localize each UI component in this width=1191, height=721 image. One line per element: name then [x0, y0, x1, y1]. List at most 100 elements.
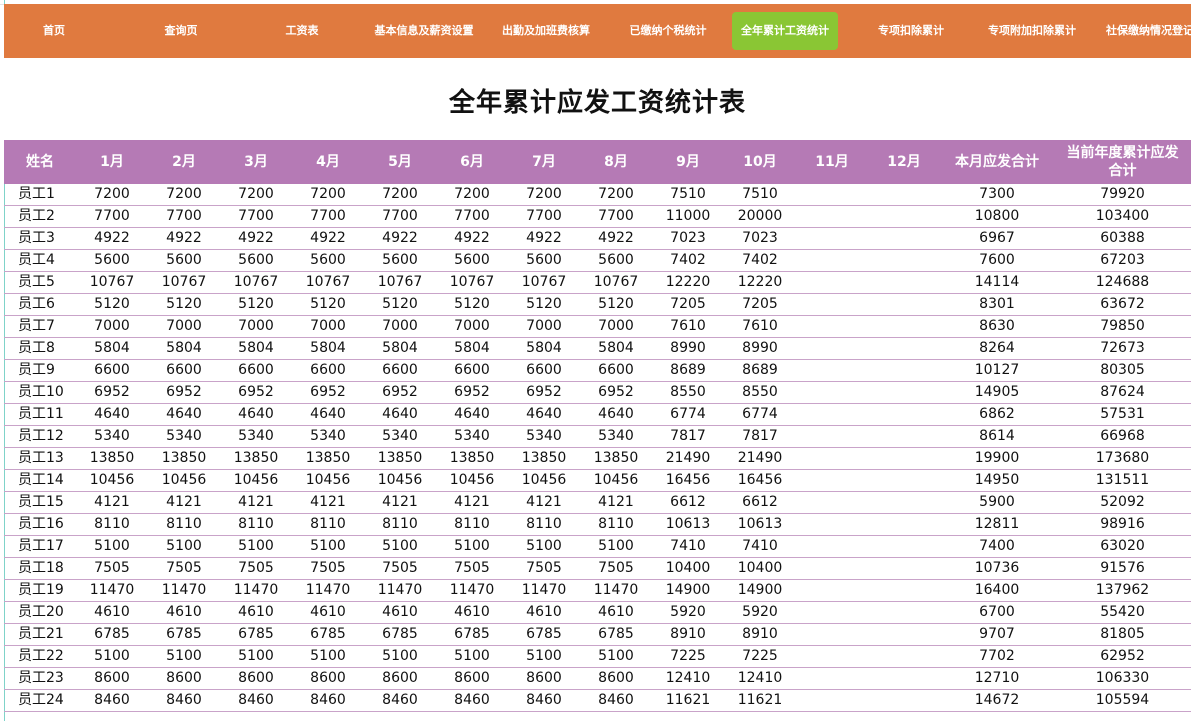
table-cell[interactable]: 5600 — [580, 250, 652, 271]
table-cell[interactable]: 55420 — [1054, 602, 1191, 623]
table-cell[interactable]: 8600 — [508, 668, 580, 689]
employee-name-cell[interactable]: 员工10 — [4, 382, 76, 403]
table-cell[interactable]: 8110 — [148, 514, 220, 535]
employee-name-cell[interactable]: 员工19 — [4, 580, 76, 601]
table-cell[interactable]: 7410 — [724, 536, 796, 557]
table-cell[interactable]: 79850 — [1054, 316, 1191, 337]
table-cell[interactable]: 8460 — [580, 690, 652, 711]
table-cell[interactable]: 5804 — [292, 338, 364, 359]
table-cell[interactable]: 5900 — [940, 492, 1054, 513]
table-cell[interactable]: 6600 — [508, 360, 580, 381]
table-cell[interactable]: 6967 — [940, 228, 1054, 249]
table-cell[interactable]: 80305 — [1054, 360, 1191, 381]
employee-name-cell[interactable]: 员工13 — [4, 448, 76, 469]
table-cell[interactable] — [868, 272, 940, 293]
table-cell[interactable] — [796, 624, 868, 645]
table-cell[interactable]: 8110 — [436, 514, 508, 535]
table-cell[interactable]: 14905 — [940, 382, 1054, 403]
table-cell[interactable]: 7000 — [148, 316, 220, 337]
table-cell[interactable]: 4610 — [76, 602, 148, 623]
table-cell[interactable]: 5100 — [76, 646, 148, 667]
table-cell[interactable] — [796, 228, 868, 249]
table-cell[interactable] — [868, 646, 940, 667]
table-cell[interactable]: 7817 — [724, 426, 796, 447]
table-cell[interactable]: 7000 — [508, 316, 580, 337]
table-cell[interactable]: 10400 — [652, 558, 724, 579]
table-cell[interactable]: 5120 — [364, 294, 436, 315]
table-cell[interactable]: 6952 — [76, 382, 148, 403]
table-cell[interactable]: 7023 — [652, 228, 724, 249]
table-cell[interactable]: 12410 — [652, 668, 724, 689]
table-cell[interactable]: 8600 — [76, 668, 148, 689]
table-cell[interactable]: 7700 — [148, 206, 220, 227]
table-cell[interactable]: 7000 — [436, 316, 508, 337]
nav-tab-5[interactable]: 已缴纳个税统计 — [616, 12, 720, 50]
table-cell[interactable]: 6785 — [364, 624, 436, 645]
table-cell[interactable]: 5600 — [364, 250, 436, 271]
table-cell[interactable]: 63672 — [1054, 294, 1191, 315]
table-cell[interactable]: 4121 — [220, 492, 292, 513]
table-cell[interactable]: 11470 — [292, 580, 364, 601]
table-cell[interactable]: 12710 — [940, 668, 1054, 689]
table-cell[interactable]: 11621 — [652, 690, 724, 711]
table-cell[interactable]: 10613 — [724, 514, 796, 535]
table-cell[interactable]: 72673 — [1054, 338, 1191, 359]
table-cell[interactable]: 9707 — [940, 624, 1054, 645]
table-cell[interactable]: 5340 — [220, 426, 292, 447]
table-cell[interactable]: 8600 — [364, 668, 436, 689]
table-cell[interactable]: 6612 — [724, 492, 796, 513]
table-cell[interactable]: 7510 — [724, 184, 796, 205]
table-cell[interactable]: 20000 — [724, 206, 796, 227]
table-cell[interactable]: 16400 — [940, 580, 1054, 601]
table-cell[interactable]: 8614 — [940, 426, 1054, 447]
nav-tab-8[interactable]: 专项附加扣除累计 — [974, 12, 1090, 50]
table-cell[interactable]: 7000 — [580, 316, 652, 337]
table-cell[interactable] — [796, 470, 868, 491]
employee-name-cell[interactable]: 员工7 — [4, 316, 76, 337]
table-cell[interactable]: 6952 — [220, 382, 292, 403]
table-cell[interactable]: 5920 — [652, 602, 724, 623]
table-cell[interactable] — [796, 492, 868, 513]
table-cell[interactable]: 4640 — [580, 404, 652, 425]
table-cell[interactable]: 11470 — [364, 580, 436, 601]
employee-name-cell[interactable]: 员工8 — [4, 338, 76, 359]
table-cell[interactable]: 124688 — [1054, 272, 1191, 293]
table-cell[interactable]: 10456 — [148, 470, 220, 491]
table-cell[interactable]: 87624 — [1054, 382, 1191, 403]
table-cell[interactable] — [868, 382, 940, 403]
table-cell[interactable]: 7510 — [652, 184, 724, 205]
employee-name-cell[interactable]: 员工2 — [4, 206, 76, 227]
table-cell[interactable]: 6600 — [436, 360, 508, 381]
table-cell[interactable]: 8110 — [364, 514, 436, 535]
table-cell[interactable]: 13850 — [76, 448, 148, 469]
table-cell[interactable]: 8460 — [76, 690, 148, 711]
table-cell[interactable]: 7700 — [76, 206, 148, 227]
table-cell[interactable]: 7000 — [220, 316, 292, 337]
employee-name-cell[interactable]: 员工17 — [4, 536, 76, 557]
employee-name-cell[interactable]: 员工11 — [4, 404, 76, 425]
table-cell[interactable]: 7610 — [724, 316, 796, 337]
table-cell[interactable]: 7505 — [508, 558, 580, 579]
table-cell[interactable] — [868, 602, 940, 623]
table-cell[interactable] — [796, 250, 868, 271]
table-cell[interactable]: 137962 — [1054, 580, 1191, 601]
nav-tab-2[interactable]: 工资表 — [266, 12, 338, 50]
table-cell[interactable]: 14900 — [724, 580, 796, 601]
table-cell[interactable]: 7225 — [724, 646, 796, 667]
table-cell[interactable] — [868, 492, 940, 513]
table-cell[interactable]: 8550 — [652, 382, 724, 403]
employee-name-cell[interactable]: 员工1 — [4, 184, 76, 205]
table-cell[interactable] — [796, 360, 868, 381]
employee-name-cell[interactable]: 员工22 — [4, 646, 76, 667]
table-cell[interactable]: 5340 — [364, 426, 436, 447]
table-cell[interactable]: 10736 — [940, 558, 1054, 579]
table-cell[interactable]: 7200 — [220, 184, 292, 205]
table-cell[interactable]: 4640 — [436, 404, 508, 425]
employee-name-cell[interactable]: 员工24 — [4, 690, 76, 711]
table-cell[interactable]: 6785 — [292, 624, 364, 645]
table-cell[interactable] — [796, 558, 868, 579]
table-cell[interactable] — [796, 404, 868, 425]
table-cell[interactable]: 4922 — [364, 228, 436, 249]
table-cell[interactable]: 5100 — [364, 646, 436, 667]
table-cell[interactable]: 5600 — [220, 250, 292, 271]
